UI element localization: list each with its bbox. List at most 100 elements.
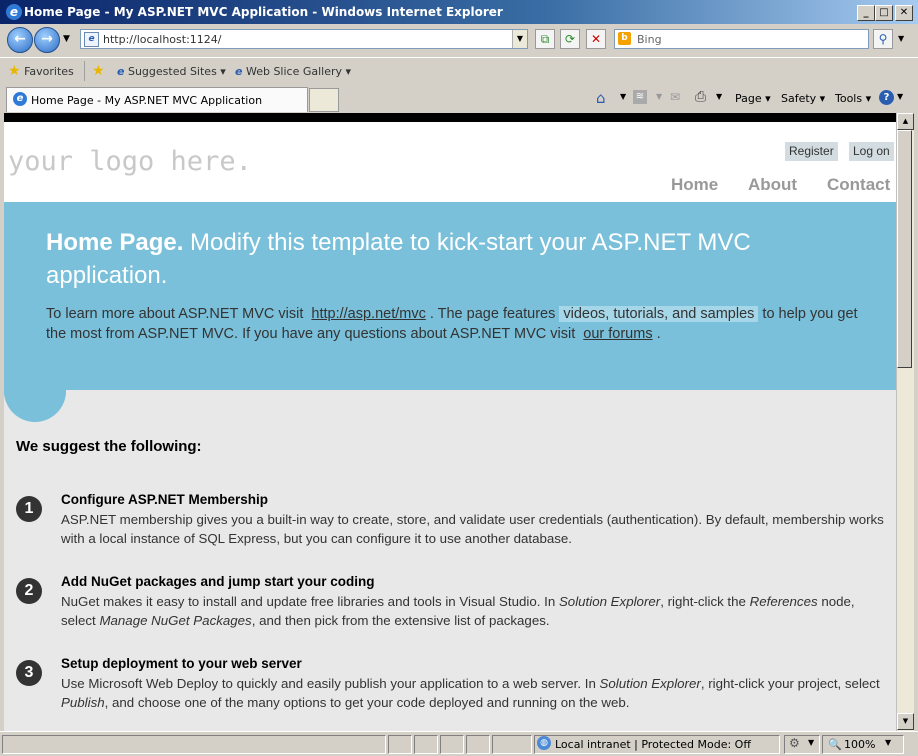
step-text-emphasis: Manage NuGet Packages	[99, 613, 252, 628]
intranet-globe-icon: ◍	[537, 736, 551, 750]
step-number: 3	[16, 660, 42, 686]
step-text-part: , and then pick from the extensive list …	[251, 613, 550, 628]
suggested-sites-label: Suggested Sites ▾	[127, 65, 226, 78]
step-text-emphasis: Publish	[61, 695, 105, 710]
tab-label: Home Page - My ASP.NET MVC Application	[31, 94, 263, 107]
divider	[84, 61, 85, 81]
address-toolbar: ← → ▼ e http://localhost:1124/ ▼ ⧉ ⟳ ✕ b…	[0, 24, 918, 56]
add-to-favorites-button[interactable]: ★	[92, 63, 105, 79]
protected-dropdown-icon[interactable]: ▼	[808, 738, 814, 747]
ie-page-icon: e	[235, 65, 243, 78]
tab-bar: e Home Page - My ASP.NET MVC Application…	[0, 85, 918, 113]
window-title-bar[interactable]: e Home Page - My ASP.NET MVC Application…	[0, 0, 918, 24]
home-dropdown-icon[interactable]: ▼	[620, 92, 626, 101]
help-icon[interactable]: ?	[879, 90, 894, 105]
zoom-level[interactable]: 100%	[844, 738, 875, 751]
step-text-part: , right-click your project, select	[700, 676, 880, 691]
address-bar[interactable]: e http://localhost:1124/ ▼	[80, 29, 528, 49]
site-header: your logo here. Register Log on Home Abo…	[4, 122, 896, 202]
featured-banner: Home Page. Modify this template to kick-…	[4, 202, 896, 420]
step-heading: Add NuGet packages and jump start your c…	[61, 574, 375, 589]
step-text-emphasis: Solution Explorer	[599, 676, 701, 691]
web-slice-gallery-link[interactable]: e Web Slice Gallery ▾	[235, 65, 351, 78]
status-cell	[388, 735, 412, 754]
stop-button[interactable]: ✕	[586, 29, 606, 49]
featured-highlight: videos, tutorials, and samples	[559, 306, 759, 322]
vertical-scrollbar[interactable]: ▲ ▼	[896, 113, 914, 731]
favorites-label: Favorites	[24, 65, 74, 78]
safety-menu[interactable]: Safety ▾	[781, 92, 825, 105]
step-text-part: , right-click the	[660, 594, 750, 609]
register-link[interactable]: Register	[785, 142, 838, 161]
forward-button[interactable]: →	[34, 27, 60, 53]
scroll-thumb[interactable]	[897, 130, 912, 368]
back-button[interactable]: ←	[7, 27, 33, 53]
nav-contact[interactable]: Contact	[827, 175, 890, 195]
address-dropdown-button[interactable]: ▼	[512, 30, 527, 48]
window-title: Home Page - My ASP.NET MVC Application -…	[24, 5, 503, 19]
favorites-button[interactable]: ★ Favorites	[8, 63, 74, 79]
step-text: Use Microsoft Web Deploy to quickly and …	[61, 674, 891, 712]
nav-about[interactable]: About	[748, 175, 797, 195]
help-dropdown-icon[interactable]: ▼	[897, 92, 903, 101]
site-logo: your logo here.	[8, 146, 252, 177]
status-cell	[492, 735, 532, 754]
address-url[interactable]: http://localhost:1124/	[103, 33, 221, 46]
feeds-dropdown-icon[interactable]: ▼	[656, 92, 662, 101]
print-icon[interactable]: ⎙	[695, 89, 706, 105]
step-text-part: , and choose one of the many options to …	[104, 695, 630, 710]
page-icon: e	[84, 32, 99, 47]
step-heading: Configure ASP.NET Membership	[61, 492, 269, 507]
step-number: 2	[16, 578, 42, 604]
scroll-down-button[interactable]: ▼	[897, 713, 914, 730]
add-favorites-icon: ★	[92, 63, 105, 79]
login-link[interactable]: Log on	[849, 142, 894, 161]
step-text-emphasis: Solution Explorer	[558, 594, 661, 609]
status-bar: ◍ Local intranet | Protected Mode: Off ⚙…	[0, 731, 918, 756]
favorites-star-icon: ★	[8, 63, 21, 79]
search-box[interactable]: b Bing	[614, 29, 869, 49]
zoom-dropdown-icon[interactable]: ▼	[885, 738, 891, 747]
status-cell	[440, 735, 464, 754]
search-icon[interactable]: ⚲	[873, 29, 893, 49]
tab-home-page[interactable]: e Home Page - My ASP.NET MVC Application	[6, 87, 308, 112]
favorites-bar: ★ Favorites ★ e Suggested Sites ▾ e Web …	[0, 57, 918, 85]
status-text-cell	[2, 735, 386, 754]
featured-text: To learn more about ASP.NET MVC visit ht…	[46, 304, 866, 344]
step-text-part: Use Microsoft Web Deploy to quickly and …	[61, 676, 600, 691]
page-menu[interactable]: Page ▾	[735, 92, 771, 105]
featured-title-strong: Home Page.	[46, 229, 184, 256]
maximize-button[interactable]: □	[875, 5, 893, 21]
close-button[interactable]: ✕	[895, 5, 913, 21]
nav-home[interactable]: Home	[671, 175, 718, 195]
scroll-up-button[interactable]: ▲	[897, 113, 914, 130]
home-icon[interactable]: ⌂	[596, 89, 606, 107]
status-cell	[414, 735, 438, 754]
bing-icon: b	[618, 32, 631, 45]
ie-logo-icon: e	[6, 4, 22, 20]
search-options-dropdown-icon[interactable]: ▼	[898, 34, 904, 43]
ie-page-icon: e	[117, 65, 125, 78]
web-slice-gallery-label: Web Slice Gallery ▾	[245, 65, 352, 78]
new-tab-button[interactable]	[309, 88, 339, 112]
step-number: 1	[16, 496, 42, 522]
print-dropdown-icon[interactable]: ▼	[716, 92, 722, 101]
step-text-part: NuGet makes it easy to install and updat…	[61, 594, 559, 609]
aspnet-mvc-link[interactable]: http://asp.net/mvc	[307, 306, 429, 322]
mail-icon[interactable]: ✉	[670, 90, 680, 104]
recent-pages-dropdown-icon[interactable]: ▼	[63, 34, 70, 44]
suggested-sites-link[interactable]: e Suggested Sites ▾	[117, 65, 226, 78]
tools-menu[interactable]: Tools ▾	[835, 92, 871, 105]
page-viewport: your logo here. Register Log on Home Abo…	[4, 113, 896, 731]
status-cell	[466, 735, 490, 754]
suggest-heading: We suggest the following:	[16, 438, 202, 455]
refresh-button[interactable]: ⟳	[560, 29, 580, 49]
featured-text-part: .	[656, 326, 661, 342]
feeds-icon[interactable]: ≋	[633, 90, 647, 104]
forums-link[interactable]: our forums	[579, 326, 656, 342]
compatibility-view-button[interactable]: ⧉	[535, 29, 555, 49]
search-placeholder[interactable]: Bing	[637, 33, 662, 46]
minimize-button[interactable]: _	[857, 5, 875, 21]
step-text: ASP.NET membership gives you a built-in …	[61, 512, 884, 546]
step-text: NuGet makes it easy to install and updat…	[61, 592, 891, 630]
